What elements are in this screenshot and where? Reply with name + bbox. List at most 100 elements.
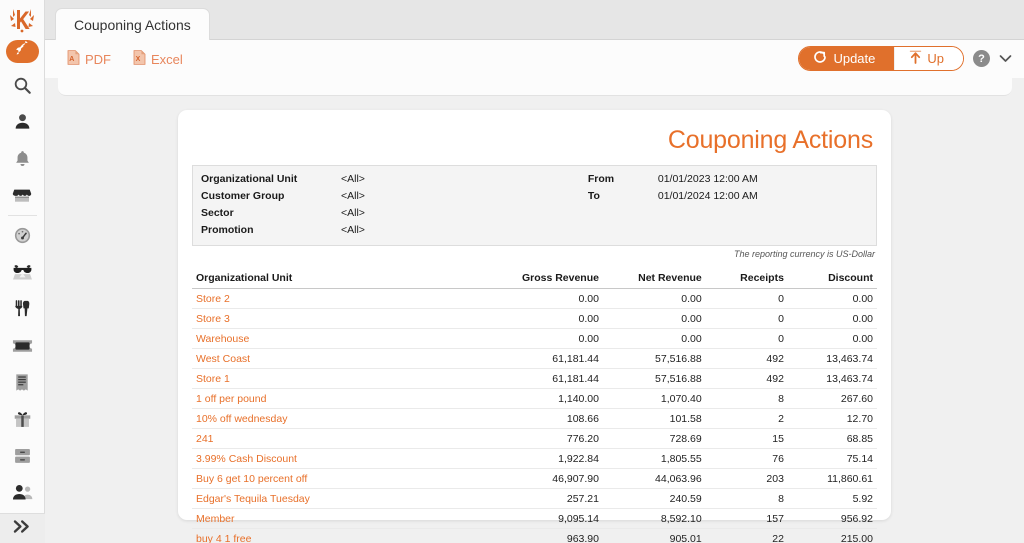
sidebar-item-inventory[interactable]: [0, 438, 45, 475]
filter-value: <All>: [341, 205, 365, 222]
cell-discount: 13,463.74: [788, 349, 877, 369]
filter-row: Organizational Unit <All>: [201, 171, 588, 188]
table-row[interactable]: buy 4 1 free963.90905.0122215.00: [192, 529, 877, 543]
column-header-org-unit[interactable]: Organizational Unit: [192, 269, 493, 289]
cell-gross-revenue: 61,181.44: [493, 369, 603, 389]
tab-couponing-actions[interactable]: Couponing Actions: [55, 8, 210, 40]
sidebar-item-search[interactable]: [0, 67, 45, 104]
bell-icon: [13, 149, 32, 168]
cutlery-icon: [13, 299, 31, 318]
table-row[interactable]: Store 20.000.0000.00: [192, 289, 877, 309]
report-table: Organizational Unit Gross Revenue Net Re…: [192, 269, 877, 543]
export-excel-button[interactable]: X Excel: [133, 50, 183, 68]
app-root: Couponing Actions A PDF: [0, 0, 1024, 543]
cell-org-unit[interactable]: Member: [192, 509, 493, 529]
cell-org-unit[interactable]: 241: [192, 429, 493, 449]
table-row[interactable]: 3.99% Cash Discount1,922.841,805.557675.…: [192, 449, 877, 469]
app-logo[interactable]: [0, 0, 45, 40]
sidebar-item-users[interactable]: [0, 474, 45, 511]
cell-receipts: 0: [706, 309, 788, 329]
sidebar-item-receipts[interactable]: [0, 364, 45, 401]
table-body: Store 20.000.0000.00Store 30.000.0000.00…: [192, 289, 877, 543]
cell-net-revenue: 8,592.10: [603, 509, 706, 529]
column-header-net-revenue[interactable]: Net Revenue: [603, 269, 706, 289]
pdf-label: PDF: [85, 52, 111, 67]
table-row[interactable]: West Coast61,181.4457,516.8849213,463.74: [192, 349, 877, 369]
report-card: Couponing Actions Organizational Unit <A…: [178, 110, 891, 520]
sidebar-item-store[interactable]: [0, 177, 45, 214]
tab-bar: Couponing Actions: [45, 0, 1024, 40]
sunglasses-icon: [12, 263, 33, 281]
refresh-icon: [813, 50, 827, 67]
table-row[interactable]: Edgar's Tequila Tuesday257.21240.5985.92: [192, 489, 877, 509]
cell-receipts: 492: [706, 369, 788, 389]
sidebar-item-gift-cards[interactable]: [0, 401, 45, 438]
export-pdf-button[interactable]: A PDF: [67, 50, 111, 68]
cell-discount: 267.60: [788, 389, 877, 409]
sidebar-item-dashboard[interactable]: [0, 217, 45, 254]
report-title: Couponing Actions: [192, 126, 873, 155]
filter-value: <All>: [341, 171, 365, 188]
cell-discount: 13,463.74: [788, 369, 877, 389]
cell-discount: 0.00: [788, 289, 877, 309]
table-row[interactable]: Buy 6 get 10 percent off46,907.9044,063.…: [192, 469, 877, 489]
chevron-down-icon[interactable]: [999, 50, 1012, 68]
table-row[interactable]: 10% off wednesday108.66101.58212.70: [192, 409, 877, 429]
column-header-gross-revenue[interactable]: Gross Revenue: [493, 269, 603, 289]
table-row[interactable]: Warehouse0.000.0000.00: [192, 329, 877, 349]
filter-value: <All>: [341, 188, 365, 205]
filter-row: Sector <All>: [201, 205, 588, 222]
cell-net-revenue: 57,516.88: [603, 349, 706, 369]
filter-value: 01/01/2023 12:00 AM: [658, 171, 758, 188]
cell-gross-revenue: 9,095.14: [493, 509, 603, 529]
cell-net-revenue: 44,063.96: [603, 469, 706, 489]
cell-gross-revenue: 0.00: [493, 289, 603, 309]
up-button[interactable]: Up: [894, 47, 963, 70]
sidebar-expand-button[interactable]: [0, 513, 45, 543]
cell-net-revenue: 0.00: [603, 309, 706, 329]
cell-org-unit[interactable]: buy 4 1 free: [192, 529, 493, 543]
cell-org-unit[interactable]: Buy 6 get 10 percent off: [192, 469, 493, 489]
cell-net-revenue: 240.59: [603, 489, 706, 509]
column-header-discount[interactable]: Discount: [788, 269, 877, 289]
cell-net-revenue: 57,516.88: [603, 369, 706, 389]
table-row[interactable]: Store 30.000.0000.00: [192, 309, 877, 329]
help-button[interactable]: ?: [973, 50, 990, 67]
filter-row: Customer Group <All>: [201, 188, 588, 205]
table-row[interactable]: Member9,095.148,592.10157956.92: [192, 509, 877, 529]
cell-org-unit[interactable]: Warehouse: [192, 329, 493, 349]
cell-org-unit[interactable]: 10% off wednesday: [192, 409, 493, 429]
sidebar-item-customer[interactable]: [0, 103, 45, 140]
cell-org-unit[interactable]: Store 1: [192, 369, 493, 389]
table-row[interactable]: 241776.20728.691568.85: [192, 429, 877, 449]
currency-note: The reporting currency is US-Dollar: [192, 249, 875, 259]
cell-org-unit[interactable]: West Coast: [192, 349, 493, 369]
cell-org-unit[interactable]: 3.99% Cash Discount: [192, 449, 493, 469]
table-row[interactable]: 1 off per pound1,140.001,070.408267.60: [192, 389, 877, 409]
update-button[interactable]: Update: [799, 47, 894, 70]
excel-file-icon: X: [133, 50, 146, 68]
korona-k-logo-icon: [7, 6, 37, 34]
cell-receipts: 492: [706, 349, 788, 369]
receipt-icon: [14, 373, 30, 392]
column-header-receipts[interactable]: Receipts: [706, 269, 788, 289]
search-icon: [13, 76, 32, 95]
sidebar-item-notifications[interactable]: [0, 140, 45, 177]
pdf-file-icon: A: [67, 50, 80, 68]
toolbar-export-group: A PDF X Excel: [45, 50, 183, 68]
sidebar-item-promotions[interactable]: [0, 254, 45, 291]
sidebar-item-tickets[interactable]: [0, 327, 45, 364]
filter-value: 01/01/2024 12:00 AM: [658, 188, 758, 205]
cell-discount: 75.14: [788, 449, 877, 469]
sidebar-item-gastronomy[interactable]: [0, 290, 45, 327]
filter-row: From 01/01/2023 12:00 AM: [588, 171, 868, 188]
rocket-shortcut-button[interactable]: [6, 40, 39, 63]
cell-org-unit[interactable]: 1 off per pound: [192, 389, 493, 409]
cell-gross-revenue: 108.66: [493, 409, 603, 429]
cell-org-unit[interactable]: Store 2: [192, 289, 493, 309]
cell-receipts: 0: [706, 289, 788, 309]
filter-label: From: [588, 171, 658, 188]
table-row[interactable]: Store 161,181.4457,516.8849213,463.74: [192, 369, 877, 389]
cell-org-unit[interactable]: Edgar's Tequila Tuesday: [192, 489, 493, 509]
cell-org-unit[interactable]: Store 3: [192, 309, 493, 329]
